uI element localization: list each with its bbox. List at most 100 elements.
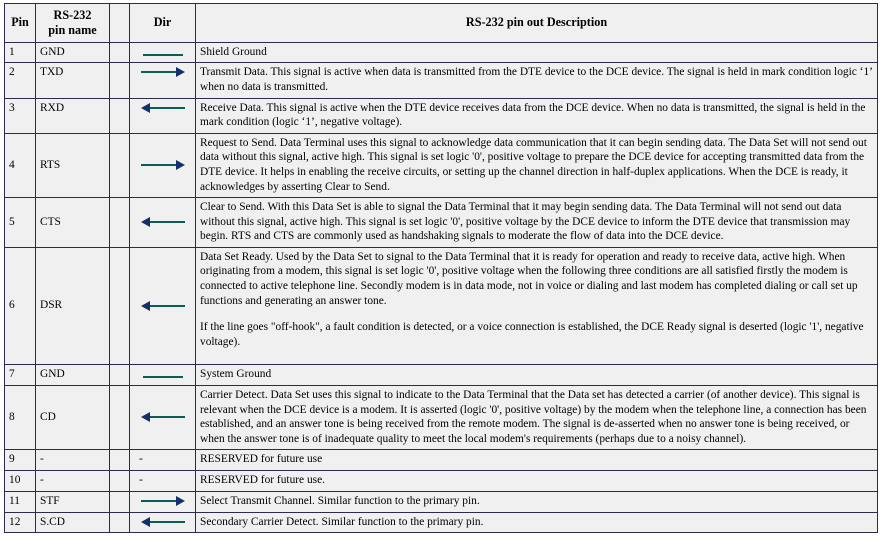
direction-cell [129,197,196,248]
arrow-left-icon [140,411,185,423]
table-row: 10- - RESERVED for future use. [4,470,878,493]
arrow-shaft [146,106,185,109]
description-paragraph: Carrier Detect. Data Set uses this signa… [200,389,867,445]
arrow-shaft [140,163,179,166]
direction-cell: - [129,470,196,493]
arrow-left-icon [140,516,185,528]
spacer-cell [109,449,130,472]
description-cell: RESERVED for future use. [195,470,878,493]
rs232-pinout-table: Pin RS-232 pin name Dir RS-232 pin out D… [4,3,878,534]
pin-number-cell: 6 [4,246,36,366]
direction-cell [129,491,196,513]
header-row: Pin RS-232 pin name Dir RS-232 pin out D… [4,3,878,43]
spacer-cell [109,97,130,134]
direction-cell [129,62,196,99]
pin-number-cell: 12 [4,511,36,534]
spacer-cell [109,132,130,199]
table-row: 2 TXD Transmit Data. This signal is active… [4,62,878,99]
arrow-head [140,216,150,227]
pin-number-cell: 7 [4,364,36,387]
pin-number-cell: 11 [4,491,36,513]
pin-name-cell: RXD [35,97,110,134]
description-paragraph: Secondary Carrier Detect. Similar functi… [200,515,484,528]
description-cell: Transmit Data. This signal is active whe… [195,62,878,99]
description-paragraph: Clear to Send. With this Data Set is abl… [200,201,851,243]
description-cell: Receive Data. This signal is active when… [195,97,878,134]
table-row: 6 DSR Data Set Ready. Used by the Data Set… [4,246,878,366]
direction-indicator [134,299,191,313]
table-row: 7 GND System Ground [4,364,878,387]
pin-number-cell: 5 [4,197,36,248]
description-paragraph: Shield Ground [200,45,267,58]
arrow-shaft [140,71,179,74]
pin-name-cell: DSR [35,246,110,366]
arrow-head [140,300,150,311]
pin-name-cell: GND [35,41,110,64]
description-cell: Select Transmit Channel. Similar functio… [195,491,878,513]
spacer-cell [109,246,130,366]
table-header: Pin RS-232 pin name Dir RS-232 pin out D… [4,3,878,43]
spacer-cell [109,62,130,99]
direction-placeholder-text: - [139,473,143,487]
arrow-left-icon [140,102,185,114]
direction-indicator [134,215,191,229]
spacer-cell [109,364,130,387]
description-cell: RESERVED for future use [195,449,878,472]
arrow-shaft [146,220,185,223]
description-cell: System Ground [195,364,878,387]
table-row: 8 CD Carrier Detect. Data Set uses this si… [4,385,878,451]
direction-cell [129,246,196,366]
table-row: 5 CTS Clear to Send. With this Data Set is… [4,197,878,248]
direction-cell [129,364,196,387]
pin-name-cell: STF [35,491,110,513]
horizontal-line-icon [142,53,183,56]
arrow-head [175,67,185,78]
pin-number-cell: 4 [4,132,36,199]
table-row: 3 RXD Receive Data. This signal is active … [4,97,878,134]
spacer-cell [109,197,130,248]
table-body: 1 GND Shield Ground 2 TXD Transmit Data. This… [4,41,878,534]
column-header-pin-name-line2: pin name [48,22,97,37]
arrow-shaft [146,520,185,523]
table-row: 1 GND Shield Ground [4,41,878,64]
spacer-cell [109,491,130,513]
pin-name-cell: CD [35,385,110,451]
column-header-pin: Pin [4,3,36,43]
arrow-shaft [146,304,185,307]
description-paragraph: If the line goes "off-hook", a fault con… [200,321,864,348]
arrow-right-icon [140,66,185,78]
arrow-right-icon [140,159,185,171]
arrow-left-icon [140,216,185,228]
pin-name-cell: TXD [35,62,110,99]
table-row: 12 S.CD Secondary Carrier Detect. Similar … [4,511,878,534]
direction-cell [129,385,196,451]
horizontal-line-icon [142,376,183,379]
description-paragraph: System Ground [200,368,272,381]
direction-indicator [134,158,191,172]
direction-cell: - [129,449,196,472]
direction-indicator [134,65,191,79]
direction-indicator [134,515,191,529]
arrow-right-icon [140,495,185,507]
pin-number-cell: 10 [4,470,36,493]
arrow-head [140,412,150,423]
description-cell: Request to Send. Data Terminal uses this… [195,132,878,199]
direction-indicator [134,101,191,115]
pin-name-cell: RTS [35,132,110,199]
pin-name-cell: - [35,449,110,472]
pin-name-cell: S.CD [35,511,110,534]
pin-name-cell: CTS [35,197,110,248]
description-paragraph: Receive Data. This signal is active when… [200,101,866,129]
arrow-shaft [140,500,179,503]
column-header-dir: Dir [129,3,196,43]
description-cell: Clear to Send. With this Data Set is abl… [195,197,878,248]
spacer-cell [109,470,130,493]
direction-placeholder-text: - [139,452,143,466]
pin-number-cell: 2 [4,62,36,99]
direction-cell [129,511,196,534]
table-row: 4 RTS Request to Send. Data Terminal uses … [4,132,878,199]
direction-cell [129,41,196,64]
arrow-left-icon [140,300,185,312]
spacer-cell [109,385,130,451]
column-header-description: RS-232 pin out Description [195,3,878,43]
